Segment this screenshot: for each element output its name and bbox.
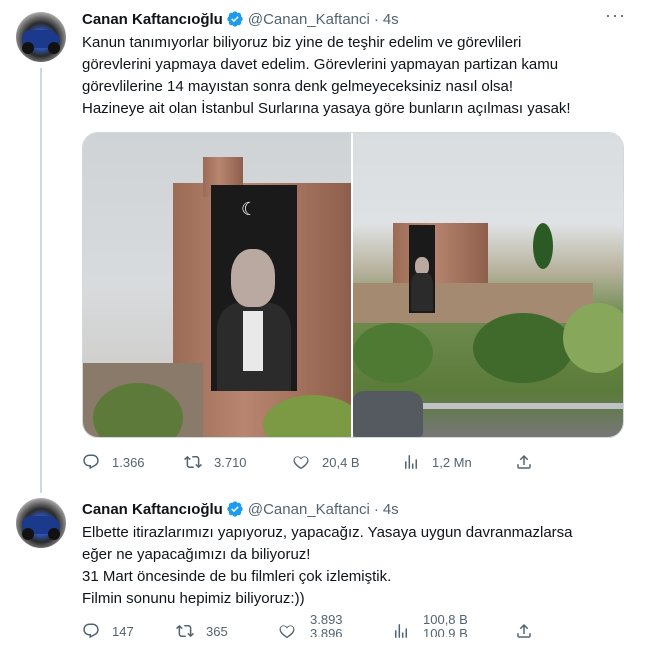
avatar[interactable]: [16, 12, 66, 62]
text-line: eğer ne yapacağımızı da biliyoruz!: [82, 546, 311, 563]
share-icon: [517, 623, 531, 638]
text-line: Elbette itirazlarımızı yapıyoruz, yapaca…: [82, 524, 573, 541]
text-line: görevlerini yapmaya davet edelim. Görevl…: [82, 56, 559, 73]
separator: ·: [373, 10, 379, 28]
views-button[interactable]: [392, 621, 422, 641]
views-count-new: 100,9 B: [423, 626, 468, 638]
author-handle[interactable]: @Canan_Kaftanci: [248, 11, 370, 28]
views-count-rolling: 100,8 B 100,9 B: [423, 613, 483, 637]
author-name[interactable]: Canan Kaftancıoğlu: [82, 11, 223, 28]
reply-count: 1.366: [112, 454, 145, 470]
share-button[interactable]: [515, 621, 545, 641]
text-line: 31 Mart öncesinde de bu filmleri çok izl…: [82, 568, 392, 585]
tweet-actions: 1.366 3.710 20,4 B 1,2 Mn: [82, 452, 622, 472]
retweet-count: 365: [206, 623, 228, 639]
views-count: 1,2 Mn: [432, 454, 472, 470]
views-icon: [395, 624, 407, 638]
verified-icon: [227, 501, 243, 517]
like-icon: [279, 625, 295, 639]
share-button[interactable]: [515, 452, 545, 472]
reply-count: 147: [112, 623, 134, 639]
timestamp[interactable]: 4s: [383, 11, 399, 28]
like-button[interactable]: 20,4 B: [292, 452, 360, 472]
views-icon: [405, 455, 417, 469]
retweet-icon: [176, 624, 194, 638]
photo-2[interactable]: [353, 133, 623, 437]
text-line: Hazineye ait olan İstanbul Surlarına yas…: [82, 100, 571, 117]
thread-connector-line: [40, 68, 42, 493]
like-count-old: 3.893: [310, 613, 343, 627]
reply-icon: [83, 623, 99, 639]
text-line: Filmin sonunu hepimiz biliyoruz:)): [82, 590, 305, 607]
like-count-rolling: 3.893 3.896: [310, 613, 360, 637]
timestamp[interactable]: 4s: [383, 501, 399, 518]
media-gallery[interactable]: ☾: [82, 132, 624, 438]
reply-button[interactable]: 147: [82, 621, 134, 641]
retweet-icon: [184, 455, 202, 469]
retweet-button[interactable]: 365: [176, 621, 228, 641]
retweet-button[interactable]: 3.710: [184, 452, 247, 472]
like-icon: [293, 456, 309, 470]
avatar[interactable]: [16, 498, 66, 548]
retweet-count: 3.710: [214, 454, 247, 470]
share-icon: [517, 454, 531, 469]
like-count-new: 3.896: [310, 626, 343, 638]
author-name[interactable]: Canan Kaftancıoğlu: [82, 501, 223, 518]
tweet-text: Kanun tanımıyorlar biliyoruz biz yine de…: [82, 32, 627, 120]
tweet-text: Elbette itirazlarımızı yapıyoruz, yapaca…: [82, 522, 627, 610]
verified-icon: [227, 11, 243, 27]
tweet-actions: 147 365 3.893 3.896 100,8 B 100,9 B: [82, 613, 622, 641]
reply-icon: [83, 454, 99, 470]
views-count-old: 100,8 B: [423, 613, 468, 627]
text-line: görevlilerine 14 mayıstan sonra denk gel…: [82, 78, 514, 95]
more-icon[interactable]: ···: [605, 6, 626, 24]
reply-button[interactable]: 1.366: [82, 452, 145, 472]
like-button[interactable]: [278, 621, 308, 641]
separator: ·: [373, 500, 379, 518]
text-line: Kanun tanımıyorlar biliyoruz biz yine de…: [82, 34, 522, 51]
views-button[interactable]: 1,2 Mn: [402, 452, 472, 472]
photo-1[interactable]: ☾: [83, 133, 351, 437]
like-count: 20,4 B: [322, 454, 360, 470]
author-handle[interactable]: @Canan_Kaftanci: [248, 501, 370, 518]
